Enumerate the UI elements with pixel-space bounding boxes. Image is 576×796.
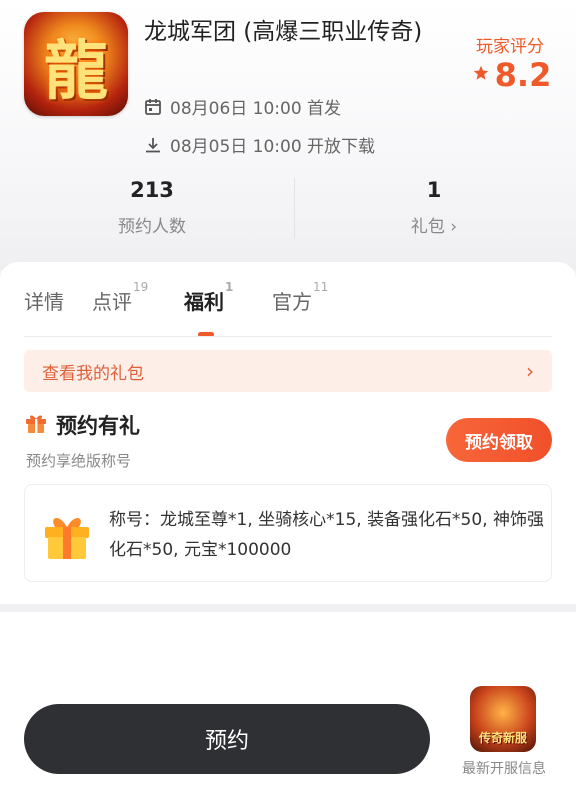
content-card: 详情 点评19 福利1 官方11 查看我的礼包 › 预约有礼 预约享绝版称号 预… (0, 262, 576, 604)
gift-count: 1 (426, 178, 442, 202)
reserve-claim-button[interactable]: 预约领取 (446, 418, 552, 462)
reservation-count-stat: 213 预约人数 (8, 178, 296, 237)
reward-item: 称号：龙城至尊*1, 坐骑核心*15, 装备强化石*50, 神饰强化石*50, … (24, 484, 552, 582)
download-icon (144, 136, 162, 154)
tab-benefits-count: 1 (225, 280, 234, 295)
tab-benefits[interactable]: 福利1 (184, 280, 233, 315)
rating-score: 8.2 (470, 56, 554, 94)
calendar-icon (144, 98, 162, 116)
stats-row: 213 预约人数 1 礼包 › (0, 172, 576, 252)
tab-official[interactable]: 官方11 (272, 280, 328, 315)
gift-count-label[interactable]: 礼包 › (290, 212, 576, 237)
app-title: 龙城军团 (高爆三职业传奇) (144, 19, 423, 45)
gift-box-icon (24, 411, 48, 440)
release-date-text: 08月06日 10:00 首发 (170, 99, 342, 119)
tab-details[interactable]: 详情 (24, 286, 64, 315)
tab-official-count: 11 (313, 280, 329, 295)
release-date-row: 08月06日 10:00 首发 (144, 94, 341, 119)
app-icon[interactable]: 龍 (24, 12, 128, 116)
bottom-bar: 预约 传奇新服 最新开服信息 (0, 612, 576, 796)
tab-reviews[interactable]: 点评19 (92, 280, 148, 315)
server-info-label[interactable]: 最新开服信息 (448, 758, 560, 778)
star-icon (473, 65, 489, 85)
tab-reviews-label: 点评 (92, 290, 132, 314)
server-info-thumbnail[interactable]: 传奇新服 (470, 686, 536, 752)
chevron-right-icon: › (526, 359, 534, 383)
rating-value: 8.2 (494, 56, 552, 94)
tab-official-label: 官方 (272, 290, 312, 314)
reserve-button[interactable]: 预约 (24, 704, 430, 774)
tab-details-label: 详情 (24, 290, 64, 314)
my-gifts-label: 查看我的礼包 (42, 363, 144, 384)
reserve-reward-title-text: 预约有礼 (56, 414, 140, 438)
gift-package-icon (39, 507, 95, 563)
reserve-reward-subtitle: 预约享绝版称号 (26, 452, 132, 470)
server-thumb-text: 传奇新服 (478, 731, 527, 745)
reserve-reward-title: 预约有礼 (24, 410, 140, 440)
tab-benefits-label: 福利 (184, 290, 224, 314)
gift-count-stat[interactable]: 1 礼包 › (290, 178, 576, 237)
reservation-count-label: 预约人数 (118, 217, 186, 237)
app-icon-glyph: 龍 (44, 34, 108, 109)
tab-bar: 详情 点评19 福利1 官方11 (0, 276, 576, 337)
reservation-count: 213 (130, 178, 174, 202)
reward-description: 称号：龙城至尊*1, 坐骑核心*15, 装备强化石*50, 神饰强化石*50, … (109, 510, 545, 560)
tabs-divider (24, 336, 552, 337)
rating-label: 玩家评分 (476, 37, 544, 57)
my-gifts-link[interactable]: 查看我的礼包 › (24, 350, 552, 392)
tab-reviews-count: 19 (133, 280, 149, 295)
section-gap (0, 604, 576, 612)
download-date-row: 08月05日 10:00 开放下载 (144, 132, 375, 157)
download-date-text: 08月05日 10:00 开放下载 (170, 137, 376, 157)
